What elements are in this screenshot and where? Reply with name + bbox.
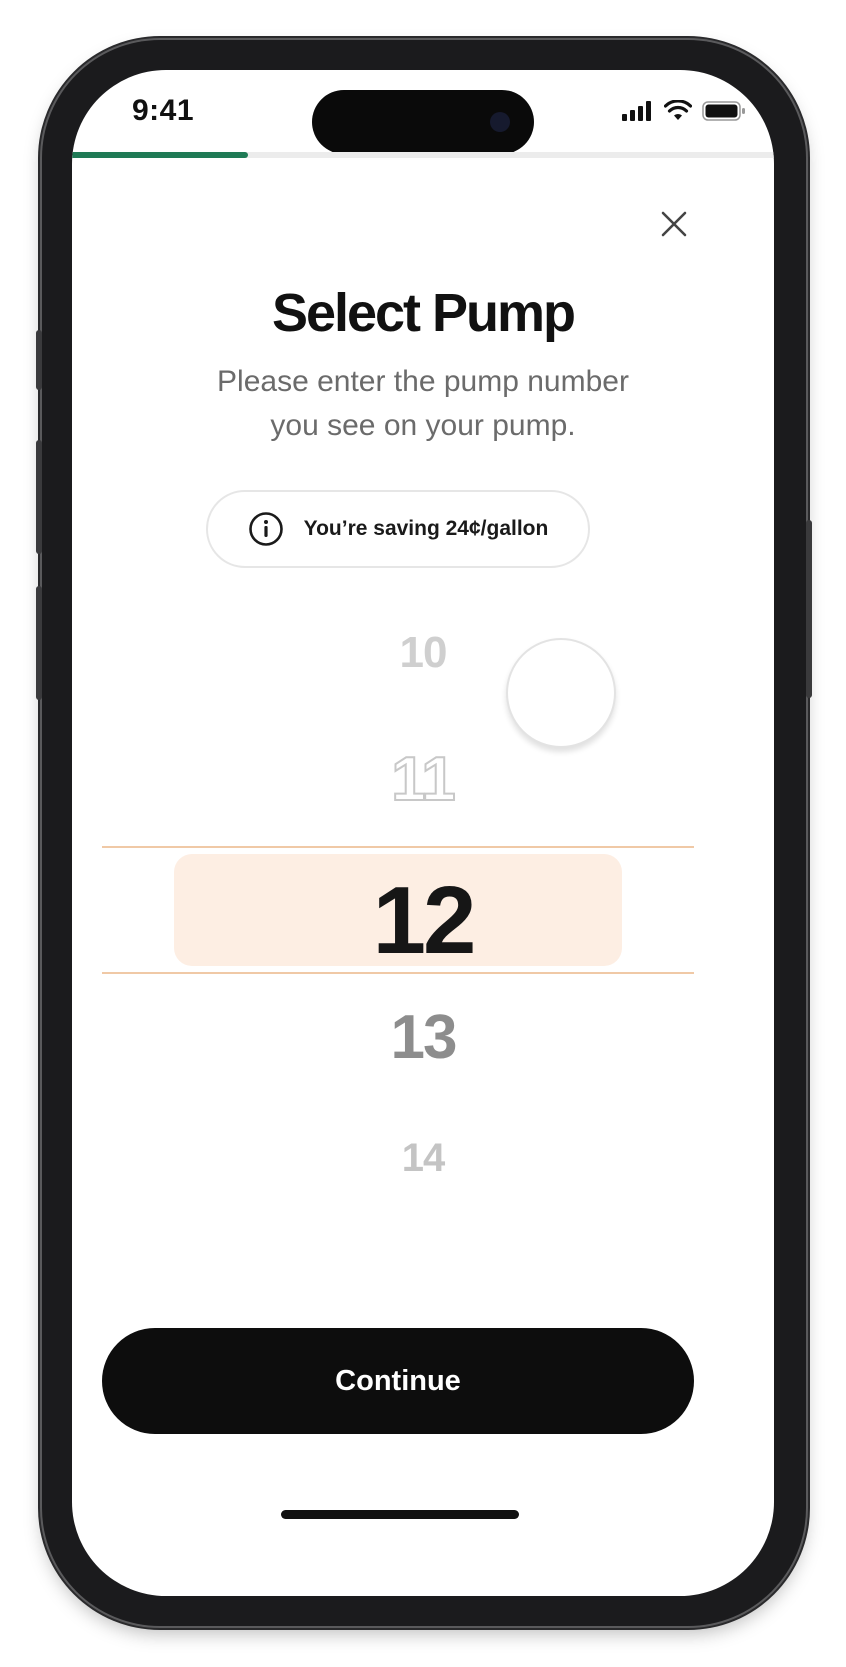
info-icon — [248, 512, 283, 546]
page-title: Select Pump — [271, 283, 576, 343]
status-time: 9:41 — [132, 94, 195, 127]
power-button — [806, 520, 812, 698]
continue-button[interactable]: Continue — [102, 1328, 694, 1434]
volume-up-button — [36, 440, 42, 554]
savings-text: You’re saving 24¢/gallon — [303, 517, 549, 540]
picker-top-line — [102, 846, 694, 848]
progress-bar — [72, 152, 774, 158]
pump-option-10[interactable]: 10 — [72, 628, 774, 678]
subtitle-line-1: Please enter the pump number — [217, 365, 629, 398]
camera-icon — [490, 112, 510, 132]
wifi-icon — [664, 100, 692, 120]
pump-option-11[interactable]: 11 — [72, 744, 774, 815]
app-screen: 9:41 Select Pump Please enter the pump n… — [72, 70, 774, 1596]
pump-option-12-selected[interactable]: 12 — [72, 866, 774, 976]
cellular-signal-icon — [622, 101, 651, 121]
touch-indicator — [506, 638, 616, 748]
subtitle-line-2: you see on your pump. — [270, 409, 576, 442]
battery-icon — [702, 101, 745, 121]
dynamic-island — [312, 90, 534, 154]
close-button[interactable] — [652, 202, 696, 246]
pump-option-14[interactable]: 14 — [72, 1136, 774, 1181]
pump-option-13[interactable]: 13 — [72, 1002, 774, 1073]
page-subtitle: Please enter the pump number you see on … — [152, 360, 694, 448]
action-button — [36, 330, 42, 390]
page: 9:41 Select Pump Please enter the pump n… — [0, 0, 846, 1667]
home-indicator — [281, 1510, 519, 1519]
volume-down-button — [36, 586, 42, 700]
savings-badge[interactable]: You’re saving 24¢/gallon — [206, 490, 590, 568]
progress-fill — [72, 152, 248, 158]
status-icons — [622, 100, 746, 122]
close-icon — [661, 211, 687, 237]
